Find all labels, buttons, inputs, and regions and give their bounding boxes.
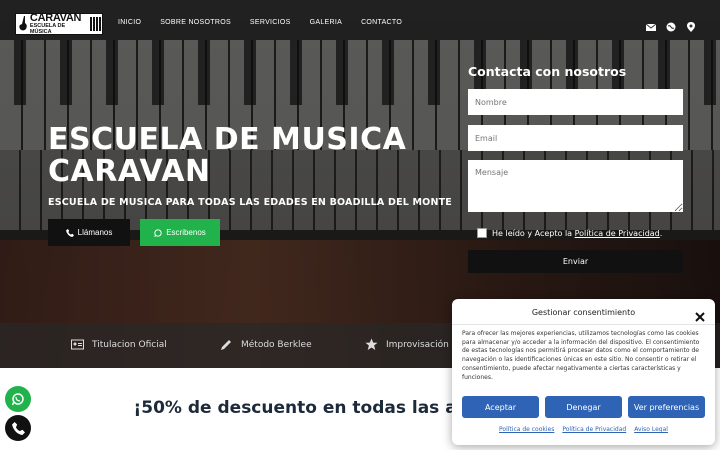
hero-subtitle: ESCUELA DE MUSICA PARA TODAS LAS EDADES … <box>48 197 452 208</box>
logo-text: CARAVAN ESCUELA DE MÚSICA <box>30 13 88 35</box>
submit-button[interactable]: Enviar <box>468 250 683 273</box>
message-textarea[interactable] <box>468 160 683 212</box>
privacy-policy-link[interactable]: Política de Privacidad <box>562 426 626 433</box>
nav-item-galeria[interactable]: GALERIA <box>310 19 342 26</box>
feature-label: Titulacion Oficial <box>92 339 167 350</box>
hero-title: ESCUELA DE MUSICA CARAVAN <box>48 122 407 189</box>
nav-item-contacto[interactable]: CONTACTO <box>361 19 402 26</box>
whatsapp-icon <box>154 228 162 237</box>
whatsapp-button-label: Escribenos <box>166 228 206 237</box>
top-nav: CARAVAN ESCUELA DE MÚSICA INICIO SOBRE N… <box>0 0 720 46</box>
privacy-checkbox[interactable] <box>477 228 487 238</box>
nav-item-servicios[interactable]: SERVICIOS <box>250 19 291 26</box>
cookie-consent-modal: Gestionar consentimiento Para ofrecer la… <box>452 299 715 445</box>
email-input[interactable] <box>468 125 683 151</box>
whatsapp-icon <box>11 393 24 406</box>
cookies-policy-link[interactable]: Política de cookies <box>499 426 554 433</box>
nav-icons <box>645 17 696 32</box>
privacy-policy-link[interactable]: Política de Privacidad <box>575 229 660 238</box>
contact-form-title: Contacta con nosotros <box>468 64 627 79</box>
close-icon[interactable] <box>695 307 705 322</box>
modal-divider <box>452 324 715 325</box>
name-input[interactable] <box>468 89 683 115</box>
legal-notice-link[interactable]: Aviso Legal <box>634 426 668 433</box>
envelope-icon[interactable] <box>645 17 657 31</box>
privacy-consent-suffix: . <box>659 228 663 238</box>
phone-icon <box>65 228 74 237</box>
modal-body: Para ofrecer las mejores experiencias, u… <box>462 330 700 381</box>
id-card-icon <box>71 339 84 350</box>
feature-improvisacion: Improvisación <box>365 338 449 351</box>
nav-item-sobre-nosotros[interactable]: SOBRE NOSOTROS <box>160 19 231 26</box>
site-logo[interactable]: CARAVAN ESCUELA DE MÚSICA <box>15 13 103 35</box>
modal-title: Gestionar consentimiento <box>531 308 636 317</box>
floating-phone-button[interactable] <box>5 415 31 441</box>
modal-links: Política de cookies Política de Privacid… <box>452 426 715 433</box>
map-pin-icon[interactable] <box>686 17 696 32</box>
call-button[interactable]: Llámanos <box>48 219 130 246</box>
deny-button[interactable]: Denegar <box>545 396 622 418</box>
accept-button[interactable]: Aceptar <box>462 396 539 418</box>
privacy-consent-prefix: He leído y Acepto la <box>492 228 575 238</box>
globe-icon[interactable] <box>666 17 676 32</box>
preferences-button[interactable]: Ver preferencias <box>628 396 705 418</box>
privacy-consent: He leído y Acepto la Política de Privaci… <box>477 228 662 238</box>
feature-metodo-berklee: Método Berklee <box>220 338 312 351</box>
whatsapp-button[interactable]: Escribenos <box>140 219 220 246</box>
guitar-icon <box>16 14 30 34</box>
feature-titulacion: Titulacion Oficial <box>71 338 167 351</box>
feature-label: Improvisación <box>386 339 449 350</box>
phone-icon <box>11 421 25 435</box>
star-icon <box>365 338 378 350</box>
feature-label: Método Berklee <box>241 339 312 350</box>
main-menu: INICIO SOBRE NOSOTROS SERVICIOS GALERIA … <box>118 19 421 26</box>
nav-item-inicio[interactable]: INICIO <box>118 19 141 26</box>
logo-line2: ESCUELA DE MÚSICA <box>29 23 66 35</box>
piano-icon <box>90 17 102 31</box>
floating-whatsapp-button[interactable] <box>5 386 31 412</box>
privacy-consent-label: He leído y Acepto la Política de Privaci… <box>492 229 662 238</box>
call-button-label: Llámanos <box>77 228 113 237</box>
pencil-icon <box>221 340 231 350</box>
